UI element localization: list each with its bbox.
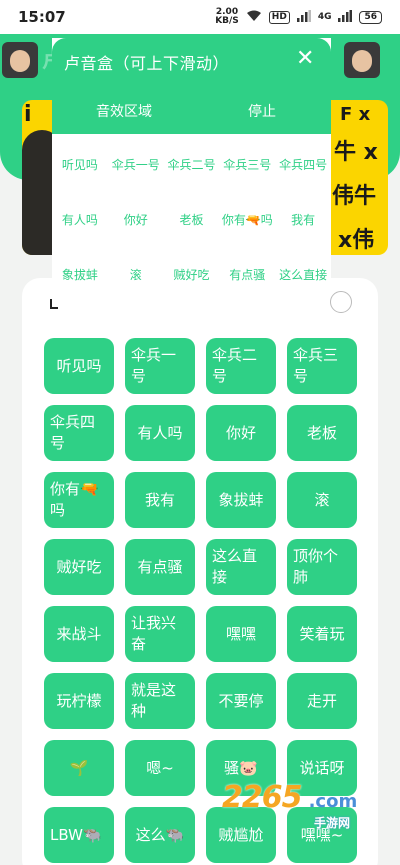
popup-title: 卢音盒（可上下滑动） bbox=[64, 54, 230, 73]
popup-item[interactable]: 你有🔫吗 bbox=[219, 211, 275, 228]
sound-button[interactable]: 让我兴奋 bbox=[125, 606, 195, 662]
signal-icon bbox=[296, 9, 311, 25]
popup-item[interactable]: 伞兵三号 bbox=[219, 156, 275, 173]
sound-button[interactable]: 玩柠檬 bbox=[44, 673, 114, 729]
sound-button[interactable]: 你好 bbox=[206, 405, 276, 461]
wifi-icon bbox=[246, 10, 262, 25]
tab-sound-area[interactable]: 音效区域 bbox=[96, 101, 152, 121]
popup-item[interactable]: 贼好吃 bbox=[164, 266, 220, 283]
sound-button[interactable]: 来战斗 bbox=[44, 606, 114, 662]
sound-button[interactable]: 🌱 bbox=[44, 740, 114, 796]
popup-item[interactable]: 伞兵二号 bbox=[164, 156, 220, 173]
popup-row-2: 有人吗 你好 老板 你有🔫吗 我有 bbox=[52, 211, 331, 228]
status-bar: 15:07 2.00 KB/S HD 4G 56 bbox=[0, 0, 400, 34]
popup-item[interactable]: 有人吗 bbox=[52, 211, 108, 228]
avatar-left[interactable] bbox=[2, 42, 38, 78]
popup-item[interactable]: 滚 bbox=[108, 266, 164, 283]
sound-button[interactable]: 老板 bbox=[287, 405, 357, 461]
status-icons: 2.00 KB/S HD 4G 56 bbox=[215, 8, 382, 26]
watermark-domain: .com bbox=[308, 791, 358, 812]
sound-button[interactable]: 你有🔫吗 bbox=[44, 472, 114, 528]
sound-button[interactable]: LBW🐃 bbox=[44, 807, 114, 863]
battery-icon: 56 bbox=[359, 10, 382, 24]
network-speed: 2.00 KB/S bbox=[215, 8, 239, 26]
popup-item[interactable]: 象拔蚌 bbox=[52, 266, 108, 283]
sound-button[interactable]: 象拔蚌 bbox=[206, 472, 276, 528]
popup-item[interactable]: 这么直接 bbox=[275, 266, 331, 283]
sound-popup: 卢音盒（可上下滑动） ✕ 音效区域 停止 听见吗 伞兵一号 伞兵二号 伞兵三号 … bbox=[52, 38, 331, 284]
signal-icon-2 bbox=[338, 9, 353, 25]
popup-item[interactable]: 伞兵一号 bbox=[108, 156, 164, 173]
sound-button[interactable]: 就是这种 bbox=[125, 673, 195, 729]
watermark-logo: 2265 bbox=[222, 780, 302, 815]
popup-item[interactable]: 听见吗 bbox=[52, 156, 108, 173]
sound-button[interactable]: 不要停 bbox=[206, 673, 276, 729]
toggle-switch[interactable] bbox=[330, 291, 352, 313]
watermark-sub: 手游网 bbox=[314, 816, 351, 830]
sound-button[interactable]: 有点骚 bbox=[125, 539, 195, 595]
sound-button[interactable]: 贼尴尬 bbox=[206, 807, 276, 863]
sound-button[interactable]: 贼好吃 bbox=[44, 539, 114, 595]
sound-button[interactable]: 伞兵二号 bbox=[206, 338, 276, 394]
sound-button[interactable]: 这么🐃 bbox=[125, 807, 195, 863]
avatar-right[interactable] bbox=[344, 42, 380, 78]
popup-item[interactable]: 伞兵四号 bbox=[275, 156, 331, 173]
popup-header: 卢音盒（可上下滑动） ✕ 音效区域 停止 bbox=[52, 38, 331, 134]
sound-button[interactable]: 伞兵四号 bbox=[44, 405, 114, 461]
popup-row-3: 象拔蚌 滚 贼好吃 有点骚 这么直接 bbox=[52, 266, 331, 283]
sound-button[interactable]: 我有 bbox=[125, 472, 195, 528]
sound-button[interactable]: 笑着玩 bbox=[287, 606, 357, 662]
close-icon[interactable]: ✕ bbox=[296, 46, 314, 71]
popup-item[interactable]: 老板 bbox=[164, 211, 220, 228]
popup-item[interactable]: 我有 bbox=[275, 211, 331, 228]
sound-button[interactable]: 伞兵三号 bbox=[287, 338, 357, 394]
popup-row-1: 听见吗 伞兵一号 伞兵二号 伞兵三号 伞兵四号 bbox=[52, 156, 331, 173]
tab-stop[interactable]: 停止 bbox=[248, 101, 276, 121]
sound-button[interactable]: 伞兵一号 bbox=[125, 338, 195, 394]
hd-badge: HD bbox=[268, 10, 290, 24]
sound-button[interactable]: 嗯~ bbox=[125, 740, 195, 796]
watermark: 2265 .com 手游网 bbox=[222, 780, 358, 830]
sound-button[interactable]: 听见吗 bbox=[44, 338, 114, 394]
sound-button[interactable]: 嘿嘿 bbox=[206, 606, 276, 662]
sound-button[interactable]: 走开 bbox=[287, 673, 357, 729]
popup-item[interactable]: 有点骚 bbox=[219, 266, 275, 283]
popup-item[interactable]: 你好 bbox=[108, 211, 164, 228]
sound-button[interactable]: 顶你个肺 bbox=[287, 539, 357, 595]
sound-button[interactable]: 这么直接 bbox=[206, 539, 276, 595]
corner-mark bbox=[50, 299, 58, 309]
sound-button[interactable]: 有人吗 bbox=[125, 405, 195, 461]
speed-unit: KB/S bbox=[215, 16, 239, 26]
banner-image-right[interactable]: F x 牛 x 伟牛 x伟 bbox=[330, 100, 388, 255]
network-type: 4G bbox=[317, 12, 332, 22]
sound-button[interactable]: 滚 bbox=[287, 472, 357, 528]
status-time: 15:07 bbox=[18, 8, 66, 26]
